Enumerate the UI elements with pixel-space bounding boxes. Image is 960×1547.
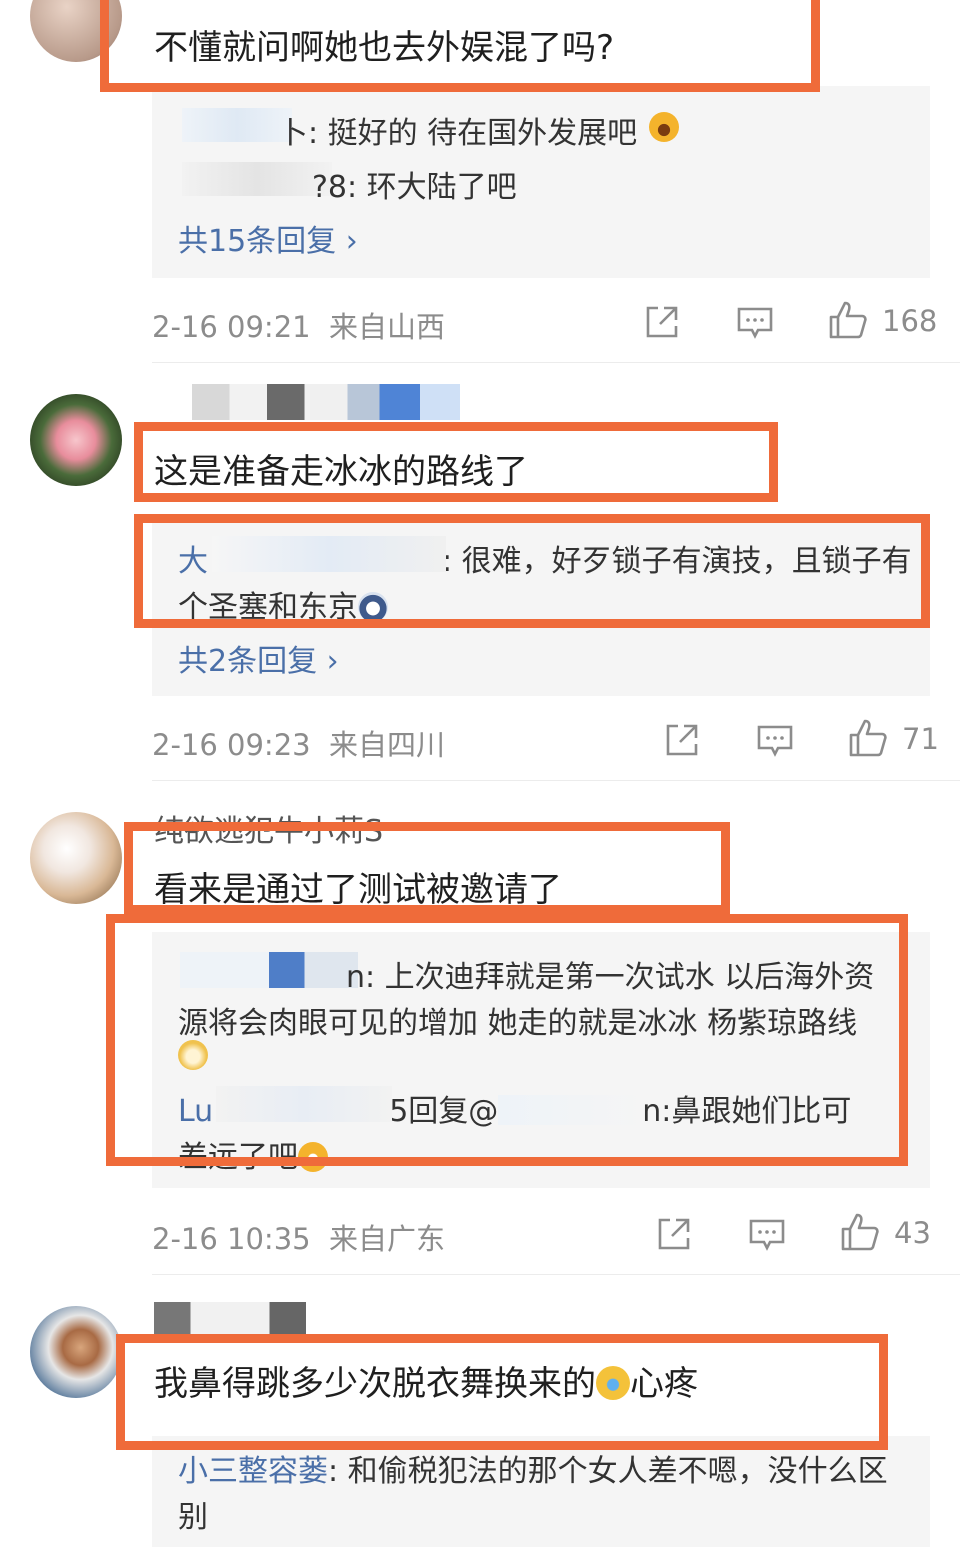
like-count: 168 — [882, 304, 938, 338]
like-icon — [841, 1213, 879, 1251]
share-icon[interactable] — [664, 722, 700, 758]
reply-line: 卜: 挺好的 待在国外发展吧 — [278, 116, 638, 151]
reply-box[interactable]: 小三整容蒌: 和偷税犯法的那个女人差不嗯，没什么区 别 — [152, 1436, 930, 1547]
comment-icon[interactable] — [748, 1218, 786, 1252]
view-replies-label: 共15条回复 — [178, 224, 337, 259]
blurred-username — [192, 384, 460, 420]
highlight-box — [124, 822, 730, 914]
view-replies-link[interactable]: 共2条回复 › — [178, 636, 339, 680]
divider — [152, 362, 960, 363]
like-icon — [849, 719, 887, 757]
time-label: 2-16 10:35 — [152, 1222, 311, 1256]
highlight-box — [106, 914, 908, 1166]
like-count: 71 — [902, 722, 939, 756]
avatar[interactable] — [30, 394, 122, 486]
blurred-username — [182, 162, 332, 196]
blurred-username — [154, 1302, 306, 1338]
like-icon — [829, 301, 867, 339]
reply-line: ?8: 环大陆了吧 — [312, 170, 517, 205]
view-replies-link[interactable]: 共15条回复 › — [178, 216, 358, 260]
comment-time: 2-16 10:35 来自广东 — [152, 1216, 445, 1258]
comment-time: 2-16 09:23 来自四川 — [152, 722, 445, 764]
blurred-username — [182, 108, 292, 142]
comment-icon[interactable] — [756, 724, 794, 758]
share-icon[interactable] — [644, 304, 680, 340]
highlight-box — [134, 422, 778, 502]
laugh-emoji-icon — [649, 112, 679, 142]
comment-time: 2-16 09:21 来自山西 — [152, 304, 445, 346]
location-label: 来自广东 — [329, 1222, 446, 1256]
avatar[interactable] — [30, 812, 122, 904]
reply-line: 小三整容蒌: 和偷税犯法的那个女人差不嗯，没什么区 — [178, 1446, 888, 1490]
highlight-box — [100, 0, 820, 92]
reply-box[interactable]: 卜: 挺好的 待在国外发展吧 ?8: 环大陆了吧 共15条回复 › — [152, 86, 930, 278]
reply-line: 别 — [178, 1500, 208, 1535]
reply-text: : 和偷税犯法的那个女人差不嗯，没什么区 — [328, 1454, 888, 1489]
avatar[interactable] — [30, 1306, 122, 1398]
divider — [152, 1274, 960, 1275]
reply-username[interactable]: 小三整容蒌 — [178, 1454, 328, 1489]
time-label: 2-16 09:23 — [152, 728, 311, 762]
highlight-box — [134, 514, 930, 628]
view-replies-label: 共2条回复 — [178, 644, 318, 679]
location-label: 来自山西 — [329, 310, 446, 344]
divider — [152, 780, 960, 781]
chevron-right-icon: › — [345, 224, 358, 259]
time-label: 2-16 09:21 — [152, 310, 311, 344]
location-label: 来自四川 — [329, 728, 446, 762]
highlight-box — [116, 1334, 888, 1450]
chevron-right-icon: › — [326, 644, 339, 679]
like-count: 43 — [894, 1216, 931, 1250]
comment-icon[interactable] — [736, 306, 774, 340]
share-icon[interactable] — [656, 1216, 692, 1252]
